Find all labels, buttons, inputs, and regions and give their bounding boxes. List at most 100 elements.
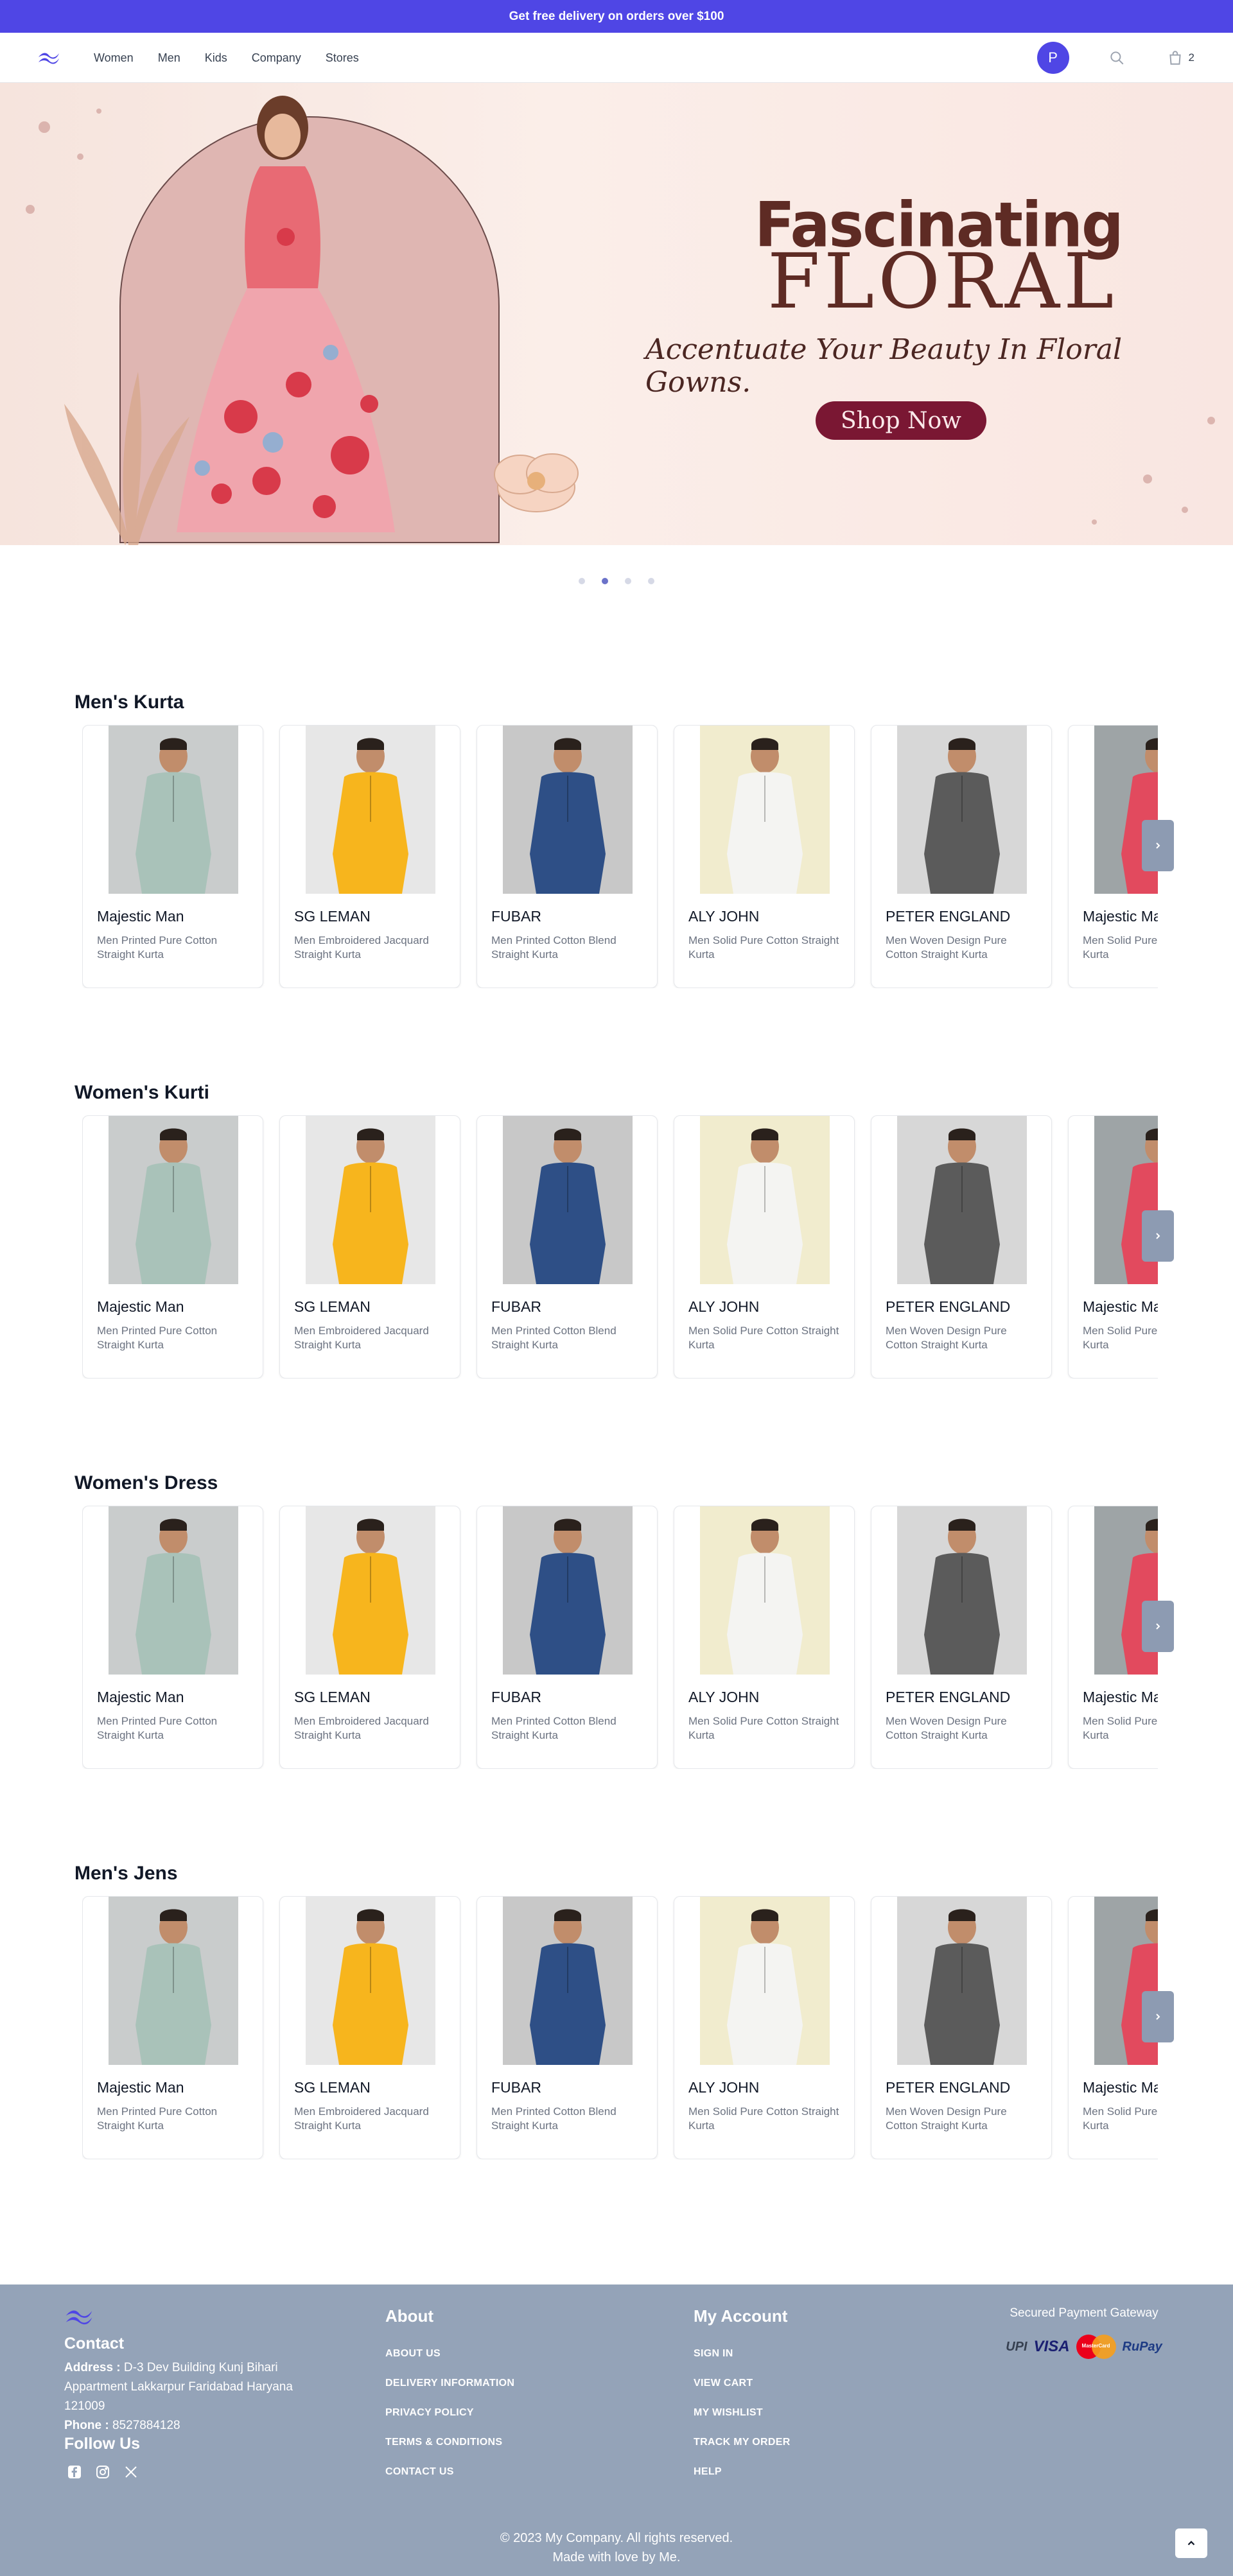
- product-card[interactable]: SG LEMAN Men Embroidered Jacquard Straigh…: [279, 1115, 460, 1379]
- cart-button[interactable]: 2: [1167, 49, 1194, 66]
- product-brand: FUBAR: [491, 908, 541, 925]
- product-description: Men Woven Design Pure Cotton Straight Ku…: [886, 1715, 1007, 1741]
- rupay-logo-icon: RuPay: [1122, 2339, 1162, 2354]
- product-card[interactable]: Majestic Man Men Printed Pure Cotton Stra…: [82, 1506, 263, 1769]
- carousel-next-button[interactable]: [1142, 1601, 1174, 1652]
- product-card[interactable]: FUBAR Men Printed Cotton Blend Straight K…: [477, 725, 658, 988]
- product-brand: FUBAR: [491, 1689, 541, 1705]
- hero-banner[interactable]: Fascinating FLORAL Accentuate Your Beaut…: [0, 83, 1233, 545]
- search-icon[interactable]: [1106, 48, 1127, 68]
- product-brand: Majestic Man: [97, 908, 184, 925]
- carousel-next-button[interactable]: [1142, 820, 1174, 871]
- product-card[interactable]: PETER ENGLAND Men Woven Design Pure Cotto…: [871, 1506, 1052, 1769]
- product-description: Men Printed Pure Cotton Straight Kurta: [97, 1325, 218, 1351]
- nav-link-company[interactable]: Company: [252, 33, 301, 83]
- product-card[interactable]: ALY JOHN Men Solid Pure Cotton Straight K…: [674, 725, 855, 988]
- carousel-next-button[interactable]: [1142, 1210, 1174, 1262]
- footer-link-terms[interactable]: TERMS & CONDITIONS: [385, 2437, 514, 2448]
- product-description: Men Printed Cotton Blend Straight Kurta: [491, 1715, 616, 1741]
- footer-link-help[interactable]: HELP: [694, 2466, 791, 2478]
- product-image: [700, 726, 830, 894]
- product-brand: FUBAR: [491, 1298, 541, 1315]
- user-avatar[interactable]: P: [1036, 41, 1069, 74]
- product-card[interactable]: FUBAR Men Printed Cotton Blend Straight K…: [477, 1115, 658, 1379]
- product-card[interactable]: Majestic Man Men Printed Pure Cotton Stra…: [82, 725, 263, 988]
- chevron-right-icon: [1156, 2014, 1160, 2020]
- hero-subtitle: Accentuate Your Beauty In Floral Gowns.: [645, 333, 1123, 399]
- nav-link-women[interactable]: Women: [94, 33, 134, 83]
- follow-heading: Follow Us: [64, 2435, 141, 2453]
- product-image: [109, 1897, 238, 2065]
- product-card[interactable]: Majestic Man Men Printed Pure Cotton Stra…: [82, 1115, 263, 1379]
- product-card[interactable]: ALY JOHN Men Solid Pure Cotton Straight K…: [674, 1896, 855, 2159]
- brand-logo-icon[interactable]: [37, 50, 60, 65]
- product-description: Men Printed Cotton Blend Straight Kurta: [491, 2105, 616, 2132]
- product-brand: Majestic Man: [1083, 1298, 1158, 1315]
- product-brand: ALY JOHN: [688, 2079, 760, 2096]
- product-card[interactable]: FUBAR Men Printed Cotton Blend Straight K…: [477, 1896, 658, 2159]
- carousel-dot-2[interactable]: [602, 578, 608, 584]
- product-brand: SG LEMAN: [294, 2079, 371, 2096]
- footer-link-track-order[interactable]: TRACK MY ORDER: [694, 2437, 791, 2448]
- footer-logo-icon[interactable]: [64, 2308, 94, 2329]
- carousel-dot-4[interactable]: [648, 578, 654, 584]
- product-description: Men Printed Pure Cotton Straight Kurta: [97, 2105, 218, 2132]
- product-brand: PETER ENGLAND: [886, 2079, 1011, 2096]
- product-description: Men Printed Pure Cotton Straight Kurta: [97, 1715, 218, 1741]
- product-card[interactable]: SG LEMAN Men Embroidered Jacquard Straigh…: [279, 725, 460, 988]
- carousel-next-button[interactable]: [1142, 1991, 1174, 2042]
- phone-value[interactable]: 8527884128: [112, 2419, 180, 2432]
- nav-link-kids[interactable]: Kids: [205, 33, 227, 83]
- product-carousel: Majestic Man Men Printed Pure Cotton Stra…: [82, 1896, 1158, 2159]
- product-brand: ALY JOHN: [688, 1298, 760, 1315]
- footer-link-sign-in[interactable]: SIGN IN: [694, 2348, 791, 2360]
- section-title: Men's Jens: [74, 1863, 178, 1884]
- product-card[interactable]: PETER ENGLAND Men Woven Design Pure Cotto…: [871, 1896, 1052, 2159]
- product-card[interactable]: Majestic Man Men Printed Pure Cotton Stra…: [82, 1896, 263, 2159]
- phone-label: Phone :: [64, 2419, 109, 2432]
- carousel-dot-3[interactable]: [625, 578, 631, 584]
- product-card[interactable]: ALY JOHN Men Solid Pure Cotton Straight K…: [674, 1506, 855, 1769]
- product-card[interactable]: FUBAR Men Printed Cotton Blend Straight K…: [477, 1506, 658, 1769]
- scroll-to-top-button[interactable]: [1175, 2528, 1207, 2558]
- facebook-icon[interactable]: [67, 2464, 82, 2480]
- copyright-text: © 2023 My Company. All rights reserved.: [500, 2531, 733, 2545]
- footer-link-contact[interactable]: CONTACT US: [385, 2466, 514, 2478]
- product-brand: SG LEMAN: [294, 908, 371, 925]
- product-description: Men Solid Pure Cotton Straight Kurta: [1083, 1325, 1158, 1351]
- shop-now-button[interactable]: Shop Now: [816, 401, 986, 440]
- contact-phone: Phone : 8527884128: [64, 2416, 328, 2435]
- product-image: [306, 726, 435, 894]
- footer-about: About ABOUT US DELIVERY INFORMATION PRIV…: [385, 2306, 514, 2496]
- footer-link-wishlist[interactable]: MY WISHLIST: [694, 2407, 791, 2419]
- footer-account: My Account SIGN IN VIEW CART MY WISHLIST…: [694, 2306, 791, 2496]
- product-card[interactable]: PETER ENGLAND Men Woven Design Pure Cotto…: [871, 725, 1052, 988]
- nav-actions: P 2: [1036, 41, 1194, 74]
- product-card[interactable]: SG LEMAN Men Embroidered Jacquard Straigh…: [279, 1896, 460, 2159]
- section-title: Women's Dress: [74, 1472, 218, 1493]
- chevron-right-icon: [1156, 1623, 1160, 1630]
- footer-link-view-cart[interactable]: VIEW CART: [694, 2378, 791, 2389]
- product-description: Men Solid Pure Cotton Straight Kurta: [1083, 2105, 1158, 2132]
- contact-heading: Contact: [64, 2335, 125, 2353]
- announcement-bar: Get free delivery on orders over $100: [0, 0, 1233, 33]
- nav-link-stores[interactable]: Stores: [326, 33, 359, 83]
- site-footer: Contact Address : D-3 Dev Building Kunj …: [0, 2284, 1233, 2576]
- product-image: [109, 1506, 238, 1675]
- footer-link-delivery[interactable]: DELIVERY INFORMATION: [385, 2378, 514, 2389]
- product-image: [503, 1897, 633, 2065]
- cart-count: 2: [1188, 51, 1194, 64]
- x-twitter-icon[interactable]: [123, 2464, 139, 2480]
- nav-link-men[interactable]: Men: [158, 33, 180, 83]
- footer-link-privacy[interactable]: PRIVACY POLICY: [385, 2407, 514, 2419]
- footer-link-about-us[interactable]: ABOUT US: [385, 2348, 514, 2360]
- payment-gateway: Secured Payment Gateway UPI VISA MasterC…: [994, 2306, 1174, 2359]
- carousel-dot-1[interactable]: [579, 578, 585, 584]
- mastercard-label: MasterCard: [1081, 2343, 1110, 2349]
- product-image: [897, 1116, 1027, 1284]
- product-card[interactable]: PETER ENGLAND Men Woven Design Pure Cotto…: [871, 1115, 1052, 1379]
- instagram-icon[interactable]: [95, 2464, 110, 2480]
- product-image: [109, 1116, 238, 1284]
- product-card[interactable]: SG LEMAN Men Embroidered Jacquard Straigh…: [279, 1506, 460, 1769]
- product-card[interactable]: ALY JOHN Men Solid Pure Cotton Straight K…: [674, 1115, 855, 1379]
